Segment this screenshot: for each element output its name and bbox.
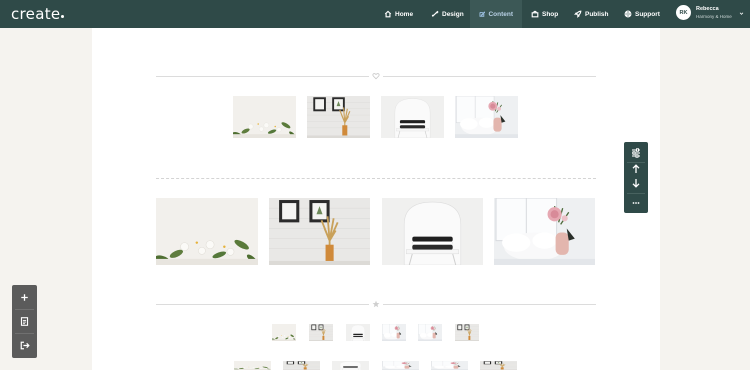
- logo-text: create: [11, 5, 61, 23]
- nav-content-label: Content: [488, 10, 513, 18]
- toolbar-separator: [627, 193, 645, 194]
- home-icon: [384, 10, 392, 18]
- rocket-icon: [574, 10, 582, 18]
- nav-design-label: Design: [442, 10, 464, 18]
- gallery-top-photo-2[interactable]: [327, 28, 370, 37]
- star-icon: [372, 300, 380, 308]
- nav-home[interactable]: Home: [384, 0, 413, 28]
- divider-line-left-2: [156, 304, 369, 305]
- toolbar-separator: [15, 309, 34, 310]
- divider-line-right-2: [383, 304, 596, 305]
- wall-frames-dried-grass-photo: [269, 198, 370, 265]
- gallery-small-photo-5[interactable]: [418, 324, 442, 341]
- gallery-row1-photo-1[interactable]: [233, 96, 296, 138]
- page-canvas: [92, 28, 660, 370]
- gallery-top-photo-1[interactable]: [273, 28, 315, 37]
- white-chair-towels-photo: [382, 198, 483, 265]
- logo-dot: [61, 15, 65, 18]
- gallery-row1-photo-3[interactable]: [381, 96, 444, 138]
- more-dots-icon[interactable]: [630, 197, 642, 209]
- gallery-small-photo-6[interactable]: [455, 324, 479, 341]
- gallery-row1-photo-4[interactable]: [455, 96, 518, 138]
- dashed-separator: [156, 178, 596, 179]
- wall-frames-dried-grass-photo: [307, 96, 370, 138]
- page-icon[interactable]: [18, 315, 31, 328]
- pink-rose-vase-window-photo: [494, 198, 595, 265]
- exit-icon[interactable]: [18, 339, 31, 352]
- cotton-flowers-photo: [156, 198, 258, 265]
- gallery-large-photo-3[interactable]: [382, 198, 483, 265]
- gallery-row1-photo-2[interactable]: [307, 96, 370, 138]
- gallery-bottom-photo-2[interactable]: [283, 361, 320, 370]
- pink-rose-vase-window-photo: [455, 96, 518, 138]
- gallery-bottom-photo-1[interactable]: [234, 361, 271, 370]
- user-name: Rebecca: [696, 5, 719, 12]
- gallery-bottom-photo-4[interactable]: [382, 361, 419, 370]
- toolbar-separator: [15, 333, 34, 334]
- user-menu[interactable]: RK Rebecca Harmony & Home: [676, 5, 732, 20]
- gallery-top-photo-4[interactable]: [436, 28, 479, 37]
- arrow-down-icon[interactable]: [630, 177, 642, 189]
- shop-icon: [531, 10, 539, 18]
- sliders-icon[interactable]: [630, 147, 642, 159]
- gallery-small-photo-4[interactable]: [382, 324, 406, 341]
- gallery-small-photo-1[interactable]: [272, 324, 296, 341]
- plus-icon[interactable]: [18, 291, 31, 304]
- nav-design[interactable]: Design: [431, 0, 464, 28]
- white-chair-towels-photo: [381, 96, 444, 138]
- nav-content[interactable]: Content: [470, 0, 522, 28]
- gallery-small-photo-3[interactable]: [346, 324, 370, 341]
- gallery-large-photo-2[interactable]: [269, 198, 370, 265]
- gallery-bottom-photo-5[interactable]: [431, 361, 468, 370]
- lifebuoy-icon: [624, 10, 632, 18]
- user-info: Rebecca Harmony & Home: [696, 6, 732, 20]
- gallery-bottom-photo-3[interactable]: [332, 361, 369, 370]
- gallery-top-photo-3[interactable]: [382, 28, 424, 37]
- divider-line-left: [156, 76, 369, 77]
- gallery-bottom-photo-6[interactable]: [480, 361, 517, 370]
- edit-icon: [479, 11, 486, 17]
- nav-support-label: Support: [635, 10, 660, 18]
- nav-publish[interactable]: Publish: [574, 0, 608, 28]
- arrow-up-icon[interactable]: [630, 163, 642, 175]
- cotton-flowers-photo: [233, 96, 296, 138]
- nav-shop-label: Shop: [542, 10, 559, 18]
- gallery-large-photo-1[interactable]: [156, 198, 258, 265]
- gallery-small-photo-2[interactable]: [309, 324, 333, 341]
- nav-shop[interactable]: Shop: [531, 0, 558, 28]
- avatar[interactable]: RK: [676, 5, 691, 20]
- top-navigation-bar: create Home Design Content Shop Publish …: [0, 0, 750, 28]
- heart-icon: [372, 73, 380, 80]
- divider-line-right: [383, 76, 596, 77]
- brush-icon: [431, 10, 439, 17]
- block-toolbar: [624, 142, 648, 213]
- nav-publish-label: Publish: [585, 10, 609, 18]
- user-site-name: Harmony & Home: [696, 13, 732, 19]
- nav-home-label: Home: [395, 10, 414, 18]
- gallery-large-photo-4[interactable]: [494, 198, 595, 265]
- create-logo[interactable]: create: [11, 5, 65, 23]
- nav-support[interactable]: Support: [624, 0, 660, 28]
- page-toolbar: [12, 285, 37, 358]
- chevron-down-icon[interactable]: [739, 11, 744, 16]
